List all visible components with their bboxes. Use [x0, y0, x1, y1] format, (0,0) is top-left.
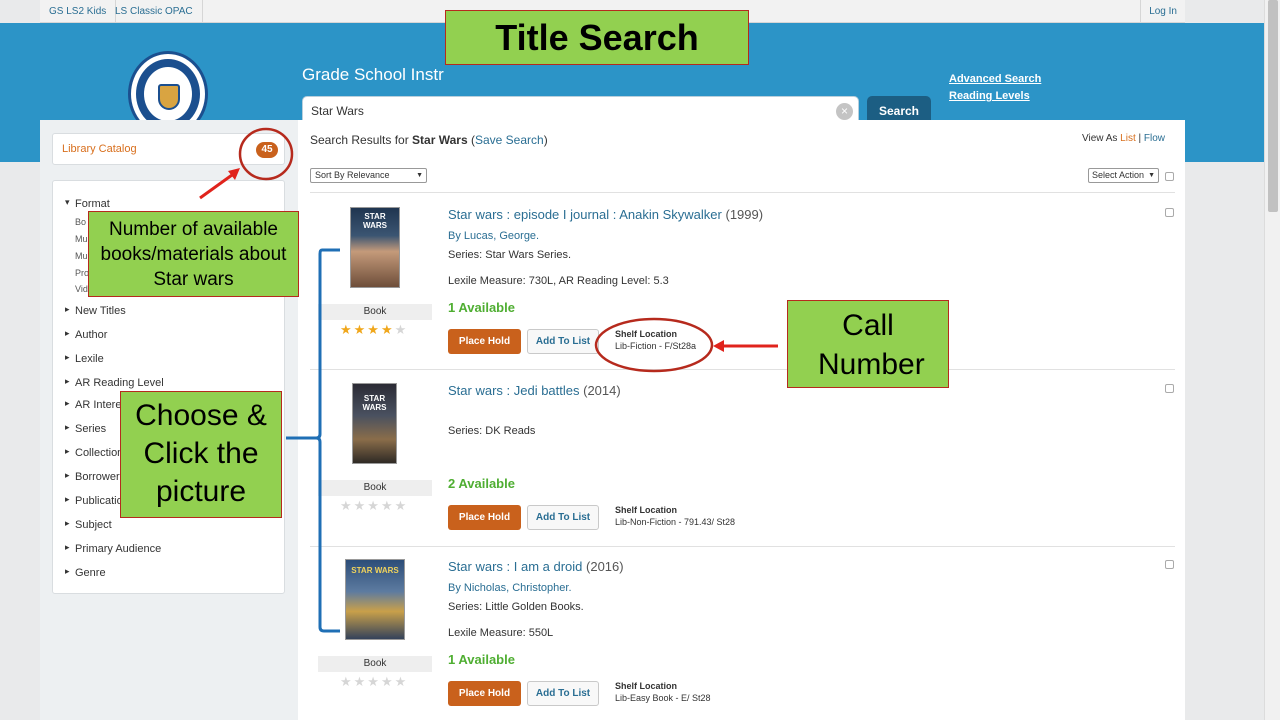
- results-divider: [310, 546, 1175, 547]
- ls-classic-opac-link[interactable]: LS Classic OPAC: [106, 0, 203, 23]
- shelf-location-value: Lib-Non-Fiction - 791.43/ St28: [615, 517, 736, 527]
- result-title-text: Star wars : episode I journal : Anakin S…: [448, 207, 722, 222]
- title-search-callout: Title Search: [445, 10, 749, 65]
- add-to-list-button[interactable]: Add To List: [527, 329, 599, 354]
- chevron-down-icon: ▼: [1148, 172, 1155, 179]
- results-heading: Search Results for Star Wars (Save Searc…: [310, 133, 548, 147]
- format-label: Book: [318, 656, 432, 672]
- select-all-checkbox[interactable]: [1165, 172, 1174, 181]
- author-link[interactable]: By Lucas, George.: [448, 230, 539, 242]
- select-action-dropdown[interactable]: Select Action ▼: [1088, 168, 1159, 183]
- series-text: Series: Star Wars Series.: [448, 249, 572, 261]
- view-flow-link[interactable]: Flow: [1144, 133, 1165, 144]
- availability-status: 1 Available: [448, 652, 515, 667]
- facet-primary-audience[interactable]: Primary Audience: [65, 542, 161, 555]
- facet-series[interactable]: Series: [65, 422, 106, 435]
- page-scrollbar[interactable]: [1264, 0, 1280, 720]
- author-link[interactable]: By Nicholas, Christopher.: [448, 582, 572, 594]
- series-text: Series: Little Golden Books.: [448, 601, 584, 613]
- format-label: Book: [318, 480, 432, 496]
- add-to-list-button[interactable]: Add To List: [527, 681, 599, 706]
- facet-genre[interactable]: Genre: [65, 566, 105, 579]
- sort-select[interactable]: Sort By Relevance ▼: [310, 168, 427, 183]
- place-hold-button[interactable]: Place Hold: [448, 329, 521, 354]
- search-input-value: Star Wars: [311, 104, 364, 118]
- site-title: Grade School Instr: [302, 65, 444, 84]
- facet-ar-interest[interactable]: AR Intere: [65, 398, 122, 411]
- place-hold-button[interactable]: Place Hold: [448, 505, 521, 530]
- result-item: STAR WARS Book ★★★★★ Star wars : episode…: [310, 207, 1175, 383]
- select-action-value: Select Action: [1092, 170, 1145, 180]
- star-rating: ★★★★★: [340, 498, 409, 513]
- book-cover-image[interactable]: STAR WARS: [350, 207, 400, 288]
- facet-format-item[interactable]: Mu: [75, 234, 88, 244]
- availability-status: 1 Available: [448, 300, 515, 315]
- facet-ar-reading-level[interactable]: AR Reading Level: [65, 376, 164, 389]
- chevron-down-icon: ▼: [416, 172, 423, 179]
- view-as-label: View As: [1082, 133, 1118, 144]
- shelf-location-heading: Shelf Location: [615, 505, 678, 515]
- gs-ls2-kids-link[interactable]: GS LS2 Kids: [40, 0, 117, 23]
- scrollbar-thumb[interactable]: [1268, 0, 1278, 212]
- result-title-link[interactable]: Star wars : episode I journal : Anakin S…: [448, 207, 763, 222]
- result-title-link[interactable]: Star wars : Jedi battles (2014): [448, 383, 621, 398]
- facet-subject[interactable]: Subject: [65, 518, 112, 531]
- facet-format-item[interactable]: Bo: [75, 217, 86, 227]
- library-catalog-box[interactable]: Library Catalog 45: [52, 133, 285, 165]
- sort-select-value: Sort By Relevance: [315, 170, 390, 180]
- star-rating: ★★★★★: [340, 322, 409, 337]
- result-checkbox[interactable]: [1165, 208, 1174, 217]
- count-note-callout: Number of available books/materials abou…: [88, 211, 299, 297]
- book-cover-image[interactable]: STAR WARS: [345, 559, 405, 640]
- result-checkbox[interactable]: [1165, 384, 1174, 393]
- view-list-link[interactable]: List: [1120, 133, 1136, 144]
- view-as-switch: View As List | Flow: [1082, 133, 1166, 144]
- clear-search-icon[interactable]: ×: [836, 103, 853, 120]
- advanced-search-link[interactable]: Advanced Search: [949, 73, 1041, 85]
- facet-lexile[interactable]: Lexile: [65, 352, 104, 365]
- shelf-location-heading: Shelf Location: [615, 681, 678, 691]
- availability-status: 2 Available: [448, 476, 515, 491]
- results-divider: [310, 192, 1175, 193]
- catalog-count-badge: 45: [256, 142, 278, 158]
- facet-format[interactable]: Format: [65, 197, 110, 210]
- result-checkbox[interactable]: [1165, 560, 1174, 569]
- choose-picture-callout: Choose & Click the picture: [120, 391, 282, 518]
- save-search-link[interactable]: Save Search: [475, 133, 544, 147]
- series-text: Series: DK Reads: [448, 425, 536, 437]
- logo-shield-icon: [158, 84, 180, 110]
- facet-format-item[interactable]: Pro: [75, 268, 89, 278]
- result-year: (1999): [725, 207, 764, 222]
- result-year: (2014): [583, 383, 621, 398]
- call-number-callout: Call Number: [787, 300, 949, 388]
- facet-author[interactable]: Author: [65, 328, 108, 341]
- results-prefix: Search Results for: [310, 133, 413, 147]
- format-label: Book: [318, 304, 432, 320]
- result-year: (2016): [586, 559, 624, 574]
- facet-collection[interactable]: Collection: [65, 446, 123, 459]
- facet-borrower[interactable]: Borrower: [65, 470, 120, 483]
- lexile-text: Lexile Measure: 730L, AR Reading Level: …: [448, 275, 669, 287]
- lexile-text: Lexile Measure: 550L: [448, 627, 554, 639]
- results-divider: [310, 369, 1175, 370]
- shelf-location-heading: Shelf Location: [615, 329, 678, 339]
- star-rating: ★★★★★: [340, 674, 409, 689]
- login-link[interactable]: Log In: [1140, 0, 1185, 23]
- facet-format-item[interactable]: Mu: [75, 251, 88, 261]
- place-hold-button[interactable]: Place Hold: [448, 681, 521, 706]
- add-to-list-button[interactable]: Add To List: [527, 505, 599, 530]
- result-title-link[interactable]: Star wars : I am a droid (2016): [448, 559, 624, 574]
- library-catalog-label: Library Catalog: [62, 143, 137, 155]
- book-cover-image[interactable]: STAR WARS: [352, 383, 397, 464]
- result-title-text: Star wars : I am a droid: [448, 559, 583, 574]
- shelf-location-value: Lib-Easy Book - E/ St28: [615, 693, 711, 703]
- result-item: STAR WARS Book ★★★★★ Star wars : Jedi ba…: [310, 383, 1175, 559]
- result-title-text: Star wars : Jedi battles: [448, 383, 580, 398]
- reading-levels-link[interactable]: Reading Levels: [949, 90, 1030, 102]
- shelf-location-value: Lib-Fiction - F/St28a: [615, 341, 697, 351]
- results-query: Star Wars: [412, 133, 468, 147]
- facet-new-titles[interactable]: New Titles: [65, 304, 126, 317]
- facet-format-item[interactable]: Vid: [75, 284, 88, 294]
- result-item: STAR WARS Book ★★★★★ Star wars : I am a …: [310, 559, 1175, 720]
